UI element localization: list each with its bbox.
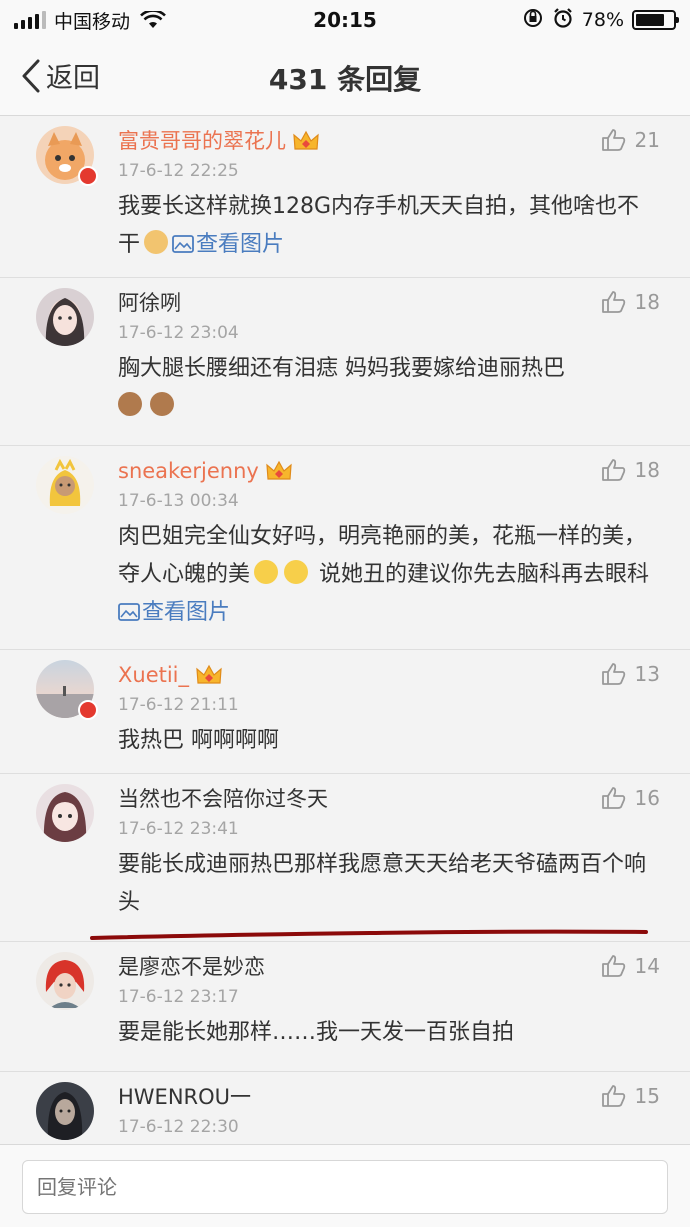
avatar[interactable]: [36, 952, 94, 1010]
comment-item[interactable]: 阿徐咧 17-6-12 23:04 胸大腿长腰细还有泪痣 妈妈我要嫁给迪丽热巴 …: [0, 278, 690, 446]
like-count: 18: [634, 458, 660, 482]
thumbs-up-icon: [601, 1085, 625, 1107]
username[interactable]: 当然也不会陪你过冬天: [118, 784, 328, 814]
avatar[interactable]: [36, 1082, 94, 1140]
battery-percent: 78%: [581, 9, 624, 31]
avatar[interactable]: [36, 288, 94, 346]
thumbs-up-icon: [601, 787, 625, 809]
like-button[interactable]: 18: [601, 458, 660, 482]
wifi-icon: [140, 9, 166, 29]
image-icon: [172, 235, 194, 253]
battery-icon: [632, 10, 679, 30]
username[interactable]: sneakerjenny: [118, 456, 259, 486]
comment-list[interactable]: 富贵哥哥的翠花儿 17-6-12 22:25 我要长这样就换128G内存手机天天…: [0, 116, 690, 1144]
comment-time: 17-6-12 22:25: [118, 161, 239, 181]
like-button[interactable]: 21: [601, 128, 660, 152]
username[interactable]: 富贵哥哥的翠花儿: [118, 126, 286, 156]
like-count: 18: [634, 290, 660, 314]
status-bar: 中国移动 20:15 78%: [0, 0, 690, 40]
signal-icon: [14, 11, 46, 29]
thumbs-up-icon: [601, 459, 625, 481]
like-button[interactable]: 16: [601, 786, 660, 810]
verified-badge-icon: [78, 700, 98, 720]
comment-item[interactable]: 富贵哥哥的翠花儿 17-6-12 22:25 我要长这样就换128G内存手机天天…: [0, 116, 690, 278]
view-image-link[interactable]: 查看图片: [118, 600, 230, 625]
comment-time: 17-6-12 23:04: [118, 323, 239, 343]
smile-emoji-icon: [254, 560, 279, 584]
smile-emoji-icon: [284, 560, 309, 584]
comment-text-continued: 说她丑的建议你先去脑科再去眼科: [312, 562, 650, 587]
reply-input[interactable]: [22, 1160, 668, 1214]
username[interactable]: Xuetii_: [118, 660, 189, 690]
like-count: 15: [634, 1084, 660, 1108]
thumbs-up-icon: [601, 129, 625, 151]
comment-text: 我热巴 啊啊啊啊: [118, 728, 279, 753]
comment-item[interactable]: sneakerjenny 17-6-13 00:34 肉巴姐完全仙女好吗，明亮艳…: [0, 446, 690, 650]
vip-crown-icon: [266, 460, 292, 480]
comment-text: 要能长成迪丽热巴那样我愿意天天给老天爷磕两百个响头: [118, 852, 647, 915]
avatar[interactable]: [36, 456, 94, 514]
thumbs-up-icon: [601, 955, 625, 977]
view-image-link[interactable]: 查看图片: [172, 232, 284, 257]
nav-bar: 返回 431 条回复: [0, 40, 690, 116]
username[interactable]: 是廖恋不是妙恋: [118, 952, 265, 982]
comment-item[interactable]: HWENROU一 17-6-12 22:30 15: [0, 1072, 690, 1144]
page-title: 431 条回复: [268, 62, 422, 96]
comment-item[interactable]: 是廖恋不是妙恋 17-6-12 23:17 要是能长她那样……我一天发一百张自拍…: [0, 942, 690, 1072]
like-button[interactable]: 14: [601, 954, 660, 978]
like-count: 14: [634, 954, 660, 978]
like-count: 16: [634, 786, 660, 810]
comment-time: 17-6-12 23:17: [118, 987, 239, 1007]
comment-text: 要是能长她那样……我一天发一百张自拍: [118, 1020, 515, 1045]
comment-item[interactable]: Xuetii_ 17-6-12 21:11 我热巴 啊啊啊啊 13: [0, 650, 690, 774]
like-button[interactable]: 15: [601, 1084, 660, 1108]
reply-bar: [0, 1144, 690, 1227]
back-button[interactable]: 返回: [20, 56, 100, 95]
username[interactable]: 阿徐咧: [118, 288, 181, 318]
see-no-evil-monkey-emoji-icon: [150, 392, 174, 416]
see-no-evil-monkey-emoji-icon: [118, 392, 142, 416]
comment-time: 17-6-12 21:11: [118, 695, 239, 715]
red-underline-annotation: [90, 929, 648, 940]
like-button[interactable]: 18: [601, 290, 660, 314]
carrier-label: 中国移动: [54, 10, 131, 33]
doge-emoji-icon: [144, 230, 169, 254]
comment-time: 17-6-12 22:30: [118, 1117, 239, 1137]
vip-crown-icon: [293, 130, 319, 150]
comment-text: 胸大腿长腰细还有泪痣 妈妈我要嫁给迪丽热巴: [118, 356, 565, 381]
thumbs-up-icon: [601, 663, 625, 685]
vip-crown-icon: [196, 664, 222, 684]
image-icon: [118, 603, 140, 621]
like-button[interactable]: 13: [601, 662, 660, 686]
like-count: 21: [634, 128, 660, 152]
comment-time: 17-6-13 00:34: [118, 491, 239, 511]
thumbs-up-icon: [601, 291, 625, 313]
verified-badge-icon: [78, 166, 98, 186]
rotation-lock-icon: [522, 7, 544, 34]
comment-item[interactable]: 当然也不会陪你过冬天 17-6-12 23:41 要能长成迪丽热巴那样我愿意天天…: [0, 774, 690, 942]
comment-time: 17-6-12 23:41: [118, 819, 239, 839]
back-label: 返回: [46, 63, 100, 94]
chevron-left-icon: [22, 59, 40, 92]
username[interactable]: HWENROU一: [118, 1082, 251, 1112]
like-count: 13: [634, 662, 660, 686]
alarm-icon: [552, 7, 574, 34]
avatar[interactable]: [36, 784, 94, 842]
